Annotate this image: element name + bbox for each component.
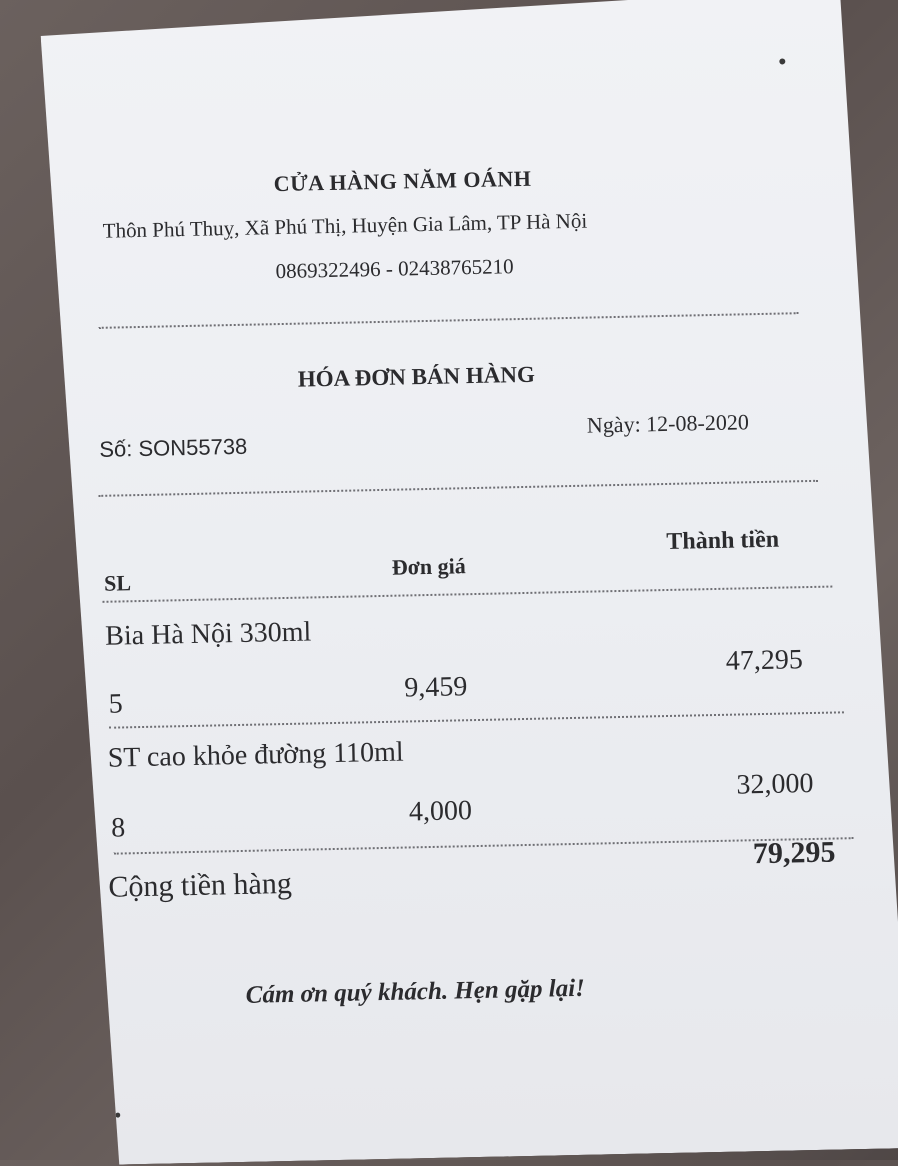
item-amount: 32,000 (736, 767, 814, 801)
store-phone: 0869322496 - 02438765210 (275, 254, 514, 284)
item-unit-price: 4,000 (408, 795, 473, 828)
thank-you-message: Cám ơn quý khách. Hẹn gặp lại! (245, 974, 586, 1009)
invoice-number: Số: SON55738 (99, 433, 248, 462)
header-qty: SL (103, 570, 132, 596)
item-unit-price: 9,459 (404, 671, 468, 704)
divider (114, 837, 854, 854)
divider (109, 711, 844, 728)
store-name: CỬA HÀNG NĂM OÁNH (273, 165, 532, 197)
invoice-date: Ngày: 12-08-2020 (586, 409, 750, 438)
total-label: Cộng tiền hàng (108, 866, 293, 904)
header-amount: Thành tiền (666, 526, 780, 555)
total-value: 79,295 (752, 835, 836, 871)
item-name: Bia Hà Nội 330ml (104, 616, 312, 652)
item-qty: 8 (110, 812, 126, 844)
item-amount: 47,295 (725, 644, 804, 677)
paper-speck (779, 58, 785, 64)
header-unit-price: Đơn giá (391, 553, 466, 580)
paper-speck (115, 1113, 120, 1118)
receipt-paper: CỬA HÀNG NĂM OÁNH Thôn Phú Thuỵ, Xã Phú … (40, 0, 898, 1166)
divider (98, 480, 818, 497)
store-address: Thôn Phú Thuỵ, Xã Phú Thị, Huyện Gia Lâm… (102, 208, 588, 243)
invoice-title: HÓA ĐƠN BÁN HÀNG (297, 361, 536, 392)
item-name: ST cao khỏe đường 110ml (107, 736, 404, 774)
item-qty: 5 (108, 688, 123, 720)
divider (99, 312, 799, 329)
divider (102, 586, 832, 603)
